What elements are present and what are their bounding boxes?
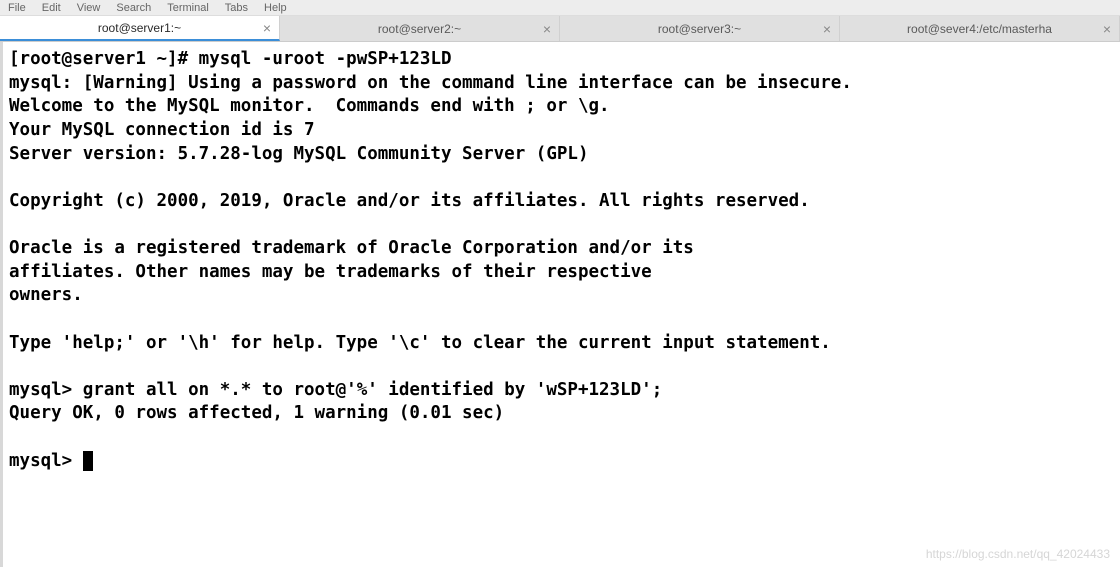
close-icon[interactable]: ×: [543, 22, 551, 36]
mysql-result: Query OK, 0 rows affected, 1 warning (0.…: [9, 403, 504, 423]
menu-edit[interactable]: Edit: [42, 2, 61, 14]
menu-search[interactable]: Search: [116, 2, 151, 14]
tab-label: root@server3:~: [658, 22, 741, 36]
cursor-icon: [83, 451, 93, 471]
tab-label: root@server1:~: [98, 21, 181, 35]
mysql-command: grant all on *.* to root@'%' identified …: [83, 380, 662, 400]
tab-bar: root@server1:~ × root@server2:~ × root@s…: [0, 16, 1120, 42]
tab-server2[interactable]: root@server2:~ ×: [280, 16, 560, 41]
menu-view[interactable]: View: [77, 2, 101, 14]
tab-server3[interactable]: root@server3:~ ×: [560, 16, 840, 41]
tab-server4[interactable]: root@sever4:/etc/masterha ×: [840, 16, 1120, 41]
tab-label: root@sever4:/etc/masterha: [907, 22, 1052, 36]
menu-terminal[interactable]: Terminal: [167, 2, 209, 14]
tab-server1[interactable]: root@server1:~ ×: [0, 16, 280, 41]
mysql-prompt-current: mysql>: [9, 451, 83, 471]
close-icon[interactable]: ×: [1103, 22, 1111, 36]
tab-label: root@server2:~: [378, 22, 461, 36]
close-icon[interactable]: ×: [263, 21, 271, 35]
menu-tabs[interactable]: Tabs: [225, 2, 248, 14]
terminal-body: mysql: [Warning] Using a password on the…: [9, 73, 852, 353]
close-icon[interactable]: ×: [823, 22, 831, 36]
menu-help[interactable]: Help: [264, 2, 287, 14]
watermark: https://blog.csdn.net/qq_42024433: [926, 547, 1110, 561]
mysql-prompt: mysql>: [9, 380, 83, 400]
menu-file[interactable]: File: [8, 2, 26, 14]
shell-prompt: [root@server1 ~]#: [9, 49, 199, 69]
shell-command: mysql -uroot -pwSP+123LD: [199, 49, 452, 69]
terminal-output[interactable]: [root@server1 ~]# mysql -uroot -pwSP+123…: [0, 42, 1120, 567]
menubar: File Edit View Search Terminal Tabs Help: [0, 0, 1120, 16]
